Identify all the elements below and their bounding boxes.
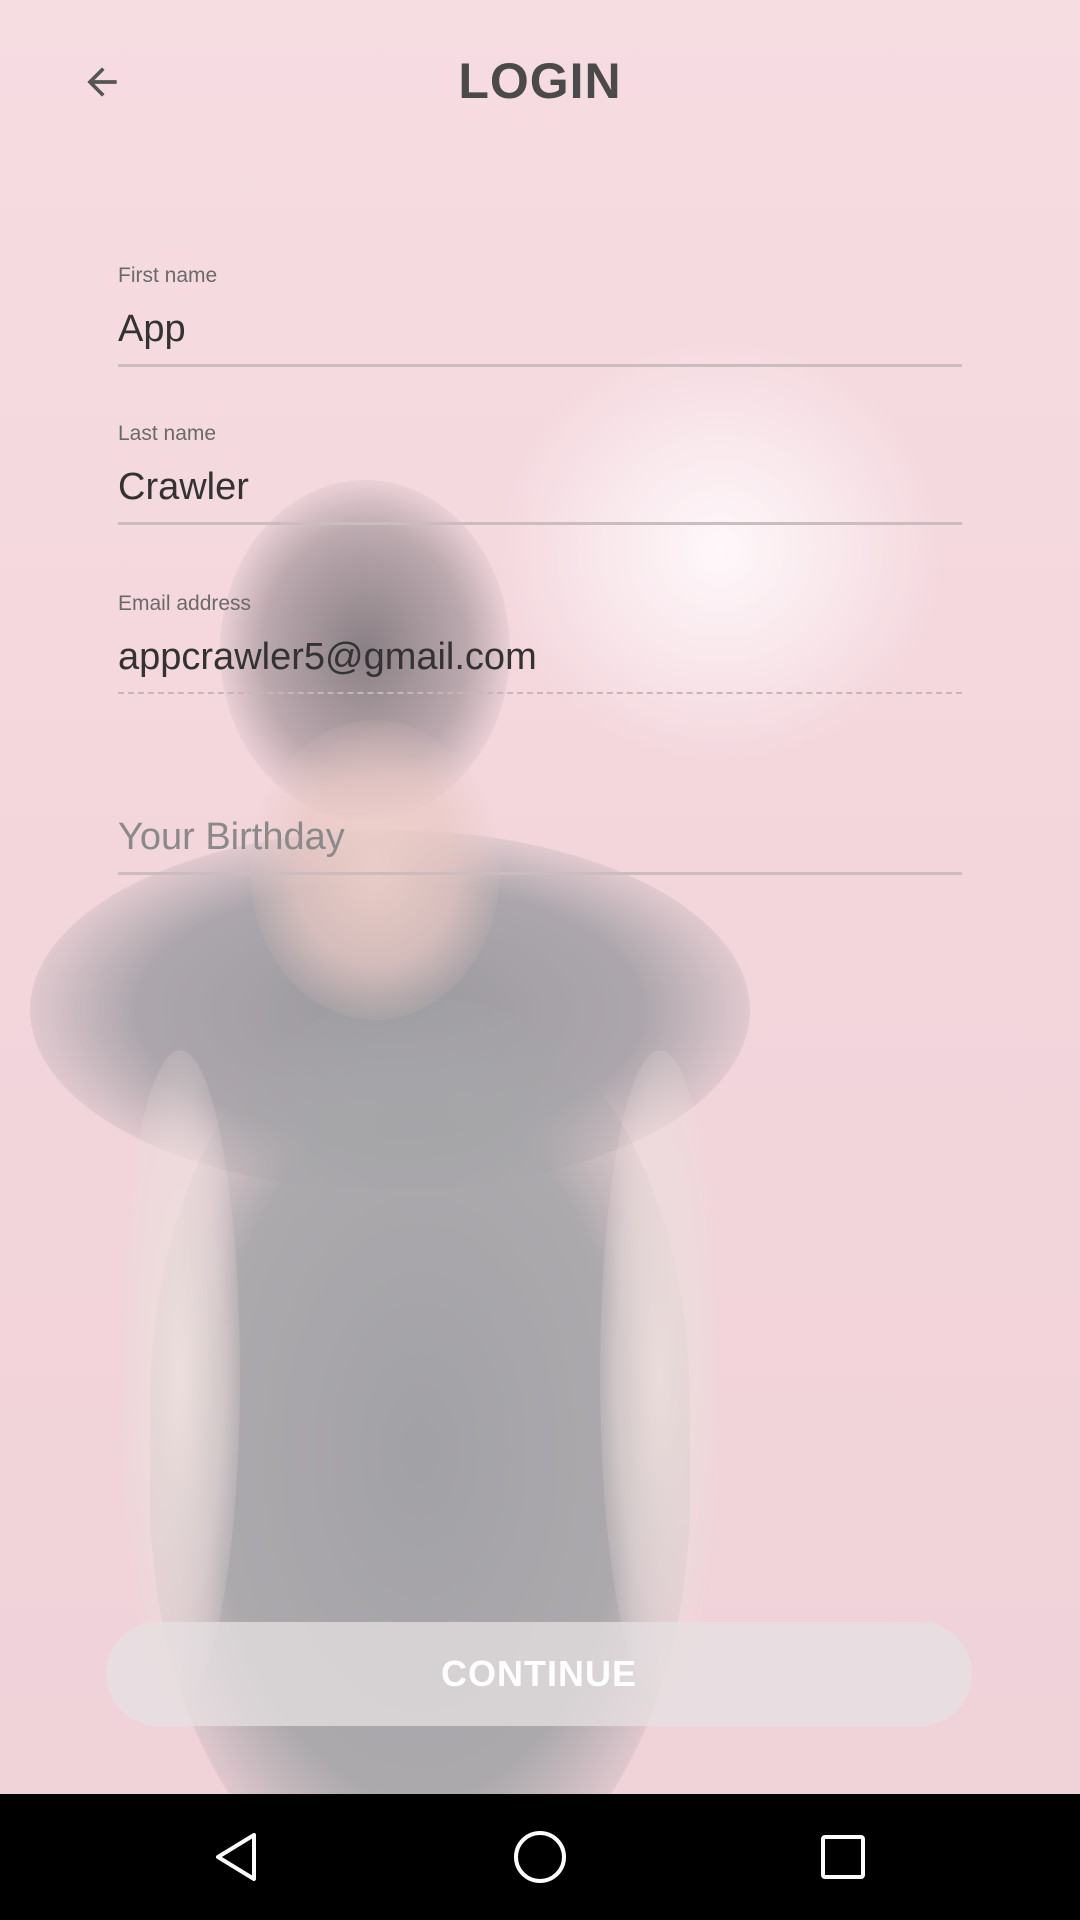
continue-label: CONTINUE xyxy=(441,1653,637,1694)
login-screen: LOGIN First name Last name Email address… xyxy=(0,0,1080,1920)
first-name-input[interactable] xyxy=(118,302,962,356)
system-nav-bar xyxy=(0,1794,1080,1920)
first-name-label: First name xyxy=(118,264,218,287)
nav-recents-icon xyxy=(821,1835,865,1879)
last-name-underline xyxy=(118,522,962,525)
nav-home-button[interactable] xyxy=(500,1817,580,1897)
nav-back-icon xyxy=(216,1833,256,1881)
nav-recents-button[interactable] xyxy=(803,1817,883,1897)
background-person-left-arm xyxy=(120,1050,240,1700)
nav-home-icon xyxy=(514,1831,566,1883)
email-input[interactable] xyxy=(118,630,962,684)
background-light-glow xyxy=(500,340,940,760)
birthday-input[interactable] xyxy=(118,810,962,864)
birthday-underline xyxy=(118,872,962,875)
continue-button[interactable]: CONTINUE xyxy=(106,1622,972,1726)
email-label: Email address xyxy=(118,592,252,615)
last-name-field: Last name xyxy=(118,420,962,525)
birthday-field xyxy=(118,798,962,875)
last-name-input[interactable] xyxy=(118,460,962,514)
first-name-field: First name xyxy=(118,262,962,367)
email-field: Email address xyxy=(118,590,962,694)
first-name-underline xyxy=(118,364,962,367)
last-name-label: Last name xyxy=(118,422,217,445)
nav-back-button[interactable] xyxy=(196,1817,276,1897)
email-underline xyxy=(118,692,962,694)
background-person-right-arm xyxy=(600,1050,720,1700)
page-title: LOGIN xyxy=(458,53,622,109)
